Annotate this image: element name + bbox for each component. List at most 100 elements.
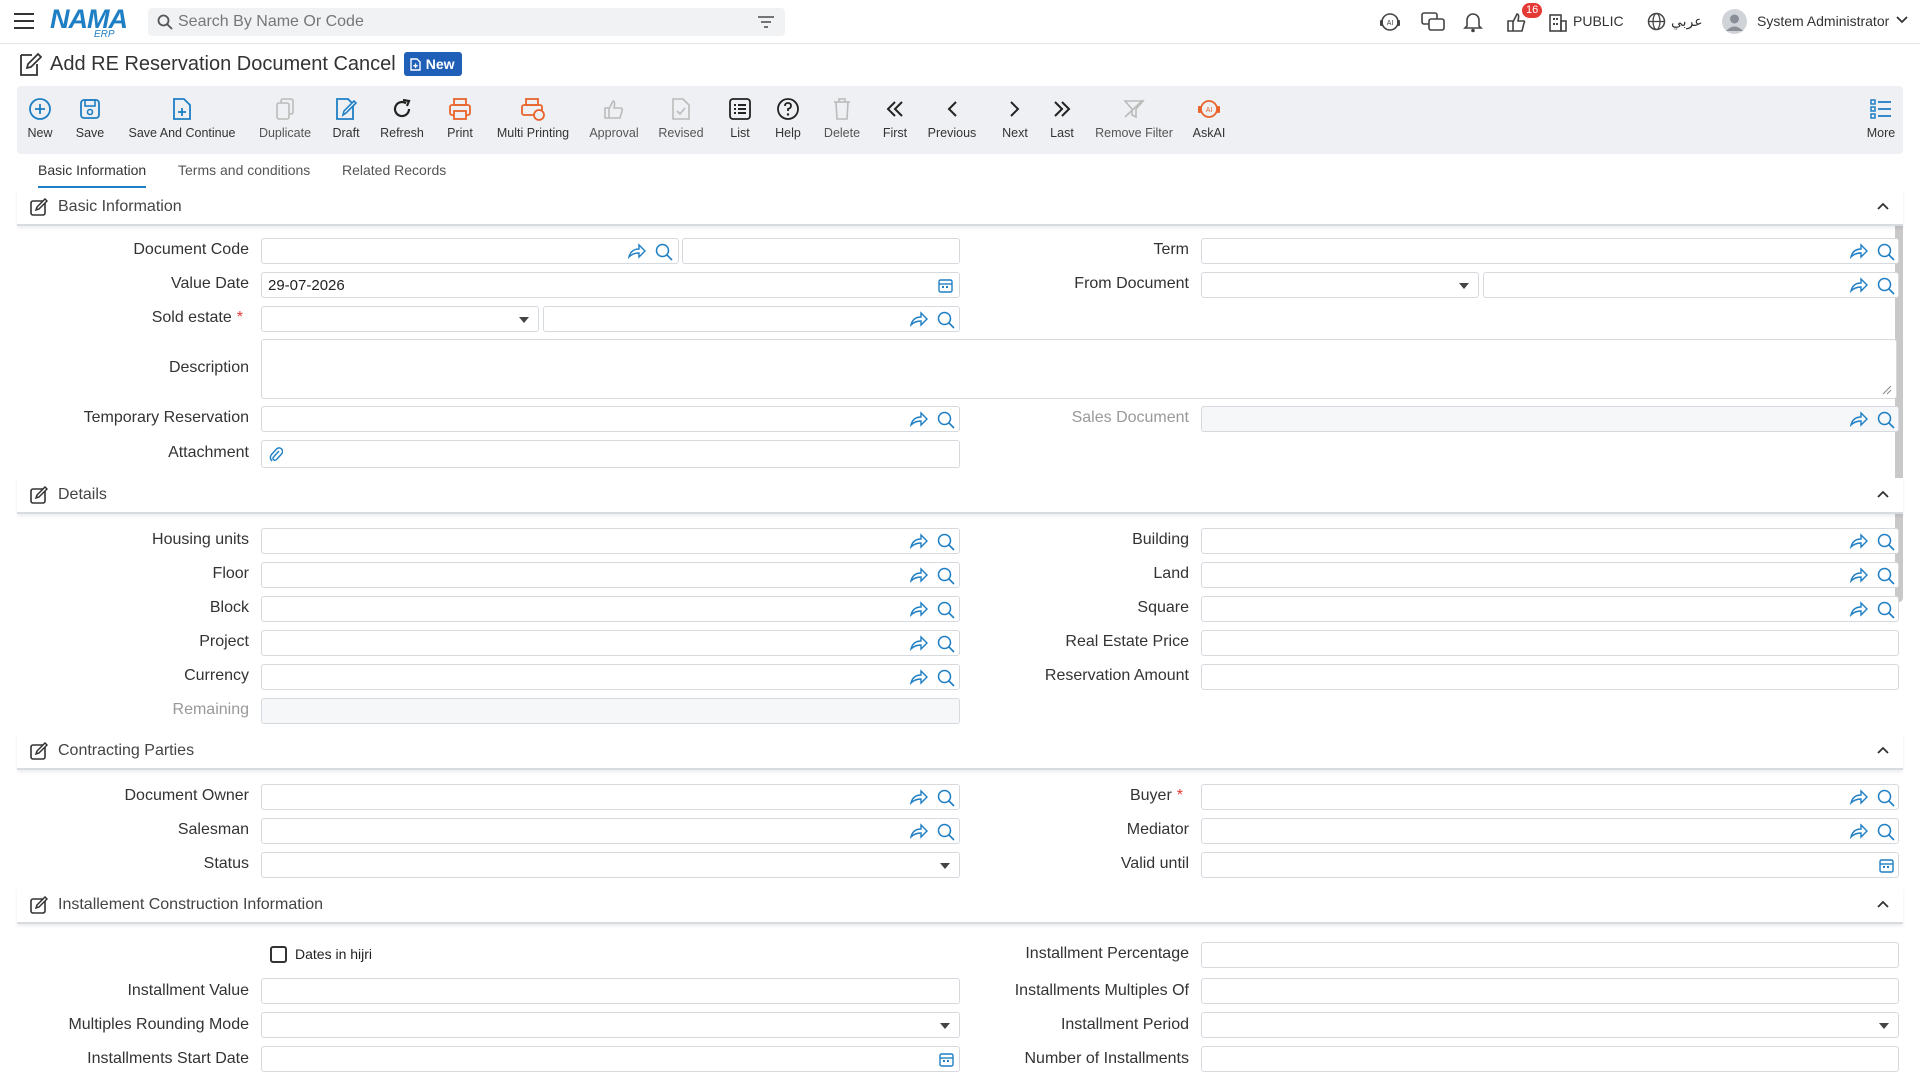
share-arrow-icon[interactable] <box>910 789 928 805</box>
avatar[interactable] <box>1722 9 1747 34</box>
duplicate-button[interactable]: Duplicate <box>257 86 313 154</box>
first-button[interactable]: First <box>880 86 910 154</box>
from-document-lookup-field[interactable] <box>1483 272 1899 298</box>
currency-field[interactable] <box>261 664 960 690</box>
user-name[interactable]: System Administrator <box>1757 13 1889 29</box>
share-arrow-icon[interactable] <box>910 635 928 651</box>
tab-terms-and-conditions[interactable]: Terms and conditions <box>178 158 310 182</box>
dates-in-hijri-checkbox[interactable] <box>270 946 287 963</box>
from-document-select[interactable] <box>1201 272 1479 298</box>
search-lookup-icon[interactable] <box>937 789 955 807</box>
share-arrow-icon[interactable] <box>910 411 928 427</box>
filter-icon[interactable] <box>758 16 774 28</box>
document-code-extra-field[interactable] <box>682 238 960 264</box>
search-lookup-icon[interactable] <box>937 601 955 619</box>
globe-icon[interactable] <box>1647 12 1666 31</box>
search-lookup-icon[interactable] <box>1877 411 1895 429</box>
share-arrow-icon[interactable] <box>910 533 928 549</box>
paperclip-icon[interactable] <box>269 446 283 463</box>
project-field[interactable] <box>261 630 960 656</box>
chevron-down-icon[interactable] <box>1896 16 1908 24</box>
section-contracting-parties[interactable]: Contracting Parties <box>17 734 1903 770</box>
chevron-up-icon[interactable] <box>1877 202 1889 210</box>
share-arrow-icon[interactable] <box>1850 601 1868 617</box>
search-lookup-icon[interactable] <box>937 823 955 841</box>
buyer-field[interactable] <box>1201 784 1899 810</box>
share-arrow-icon[interactable] <box>628 243 646 259</box>
company-icon[interactable] <box>1548 12 1568 32</box>
refresh-button[interactable]: Refresh <box>380 86 424 154</box>
revised-button[interactable]: Revised <box>657 86 705 154</box>
building-field[interactable] <box>1201 528 1899 554</box>
square-field[interactable] <box>1201 596 1899 622</box>
temporary-reservation-field[interactable] <box>261 406 960 432</box>
search-lookup-icon[interactable] <box>937 567 955 585</box>
section-basic-information[interactable]: Basic Information <box>17 190 1903 226</box>
sold-estate-select[interactable] <box>261 306 539 332</box>
more-button[interactable]: More <box>1867 86 1895 154</box>
salesman-field[interactable] <box>261 818 960 844</box>
new-button[interactable]: New <box>25 86 55 154</box>
description-textarea[interactable] <box>261 339 1897 399</box>
language-switch[interactable]: عربي <box>1671 13 1703 30</box>
search-lookup-icon[interactable] <box>937 411 955 429</box>
installments-start-date-field[interactable] <box>261 1046 960 1072</box>
askai-button[interactable]: AI AskAI <box>1192 86 1226 154</box>
last-button[interactable]: Last <box>1047 86 1077 154</box>
print-button[interactable]: Print <box>446 86 474 154</box>
share-arrow-icon[interactable] <box>910 823 928 839</box>
multi-printing-button[interactable]: Multi Printing <box>496 86 570 154</box>
bell-icon[interactable] <box>1463 11 1483 33</box>
search-lookup-icon[interactable] <box>937 669 955 687</box>
section-details[interactable]: Details <box>17 478 1903 514</box>
search-lookup-icon[interactable] <box>1877 533 1895 551</box>
calendar-icon[interactable] <box>939 1052 954 1067</box>
search-lookup-icon[interactable] <box>655 243 673 261</box>
number-of-installments-field[interactable] <box>1201 1046 1899 1072</box>
share-arrow-icon[interactable] <box>1850 533 1868 549</box>
section-installment-construction[interactable]: Installement Construction Information <box>17 888 1903 924</box>
document-owner-field[interactable] <box>261 784 960 810</box>
share-arrow-icon[interactable] <box>910 567 928 583</box>
calendar-icon[interactable] <box>1879 858 1894 873</box>
share-arrow-icon[interactable] <box>1850 411 1868 427</box>
mediator-field[interactable] <box>1201 818 1899 844</box>
resize-handle-icon[interactable] <box>1882 385 1892 395</box>
search-input[interactable] <box>178 8 738 36</box>
search-lookup-icon[interactable] <box>1877 567 1895 585</box>
ai-support-icon[interactable]: AI <box>1379 11 1401 33</box>
app-logo[interactable]: NAMA ERP <box>50 4 130 40</box>
floor-field[interactable] <box>261 562 960 588</box>
draft-button[interactable]: Draft <box>330 86 362 154</box>
previous-button[interactable]: Previous <box>927 86 977 154</box>
sold-estate-lookup-field[interactable] <box>543 306 960 332</box>
menu-icon[interactable] <box>14 13 34 29</box>
share-arrow-icon[interactable] <box>1850 823 1868 839</box>
valid-until-field[interactable] <box>1201 852 1899 878</box>
tab-basic-information[interactable]: Basic Information <box>38 158 147 188</box>
share-arrow-icon[interactable] <box>1850 567 1868 583</box>
document-code-field[interactable] <box>261 238 679 264</box>
search-lookup-icon[interactable] <box>937 533 955 551</box>
calendar-icon[interactable] <box>938 278 953 293</box>
remove-filter-button[interactable]: Remove Filter <box>1095 86 1173 154</box>
search-lookup-icon[interactable] <box>1877 277 1895 295</box>
chat-icon[interactable] <box>1421 11 1445 33</box>
status-select[interactable] <box>261 852 960 878</box>
share-arrow-icon[interactable] <box>910 669 928 685</box>
share-arrow-icon[interactable] <box>1850 243 1868 259</box>
save-and-continue-button[interactable]: Save And Continue <box>128 86 236 154</box>
search-lookup-icon[interactable] <box>1877 601 1895 619</box>
search-lookup-icon[interactable] <box>937 635 955 653</box>
land-field[interactable] <box>1201 562 1899 588</box>
save-button[interactable]: Save <box>75 86 105 154</box>
list-button[interactable]: List <box>728 86 752 154</box>
share-arrow-icon[interactable] <box>1850 789 1868 805</box>
share-arrow-icon[interactable] <box>910 311 928 327</box>
tab-related-records[interactable]: Related Records <box>342 158 446 182</box>
next-button[interactable]: Next <box>1000 86 1030 154</box>
chevron-up-icon[interactable] <box>1877 490 1889 498</box>
value-date-field[interactable]: 29-07-2026 <box>261 272 960 298</box>
chevron-up-icon[interactable] <box>1877 746 1889 754</box>
term-field[interactable] <box>1201 238 1899 264</box>
